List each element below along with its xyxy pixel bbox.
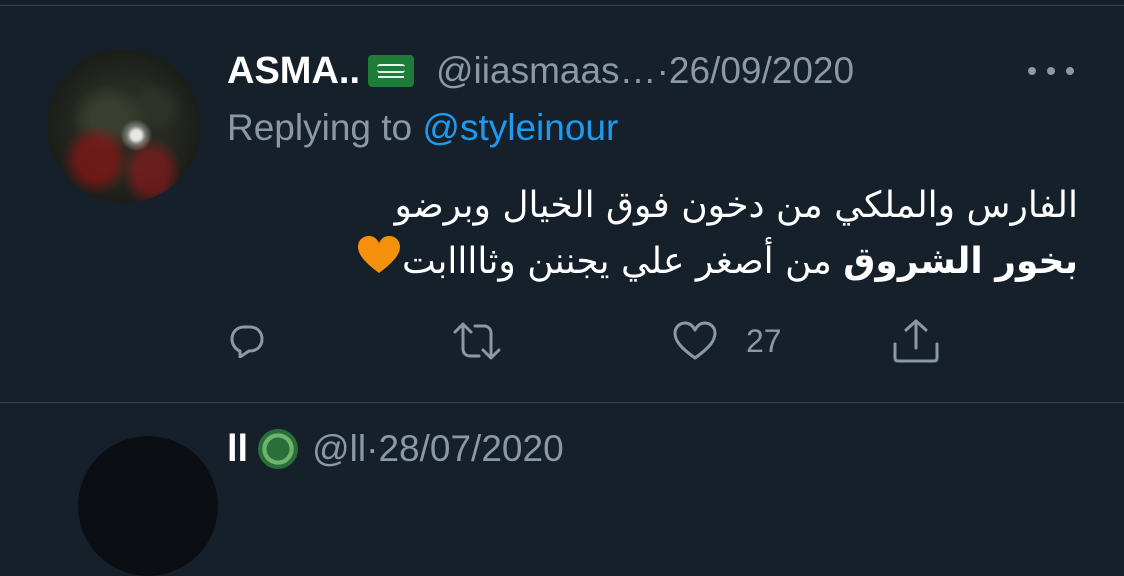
retweet-icon	[452, 321, 502, 361]
reply-icon	[230, 324, 264, 358]
plant-emoji-icon	[258, 429, 299, 469]
share-button[interactable]	[891, 311, 941, 371]
tweet-text-line2: بخور الشروق من أصغر علي يجننن وثاااابت	[250, 234, 1078, 292]
user-handle[interactable]: @iiasmaas…	[436, 50, 657, 92]
tweet-date-separator: ·	[656, 50, 669, 91]
like-button[interactable]: 27	[672, 311, 782, 371]
tweet-text-bold: بخور الشروق	[843, 241, 1078, 282]
tweet[interactable]: ASMA.. @iiasmaas… · 26/09/2020 Replying …	[0, 6, 1124, 402]
orange-heart-icon	[356, 235, 402, 292]
tweet-date[interactable]: 26/09/2020	[669, 50, 854, 92]
tweet-text: الفارس والملكي من دخون فوق الخيال وبرضو …	[250, 178, 1078, 292]
next-user-handle[interactable]: @ll	[312, 428, 366, 470]
next-tweet-avatar[interactable]	[78, 436, 218, 576]
tweet-text-line2-rest: من أصغر علي يجننن وثاااابت	[402, 241, 844, 282]
action-bar: 27	[0, 311, 1124, 371]
tweet-text-line1: الفارس والملكي من دخون فوق الخيال وبرضو	[394, 185, 1079, 226]
like-count: 27	[746, 322, 782, 359]
tweet-header: ASMA.. @iiasmaas… · 26/09/2020	[227, 46, 854, 96]
share-icon	[891, 318, 941, 364]
heart-icon	[672, 321, 718, 361]
replying-prefix: Replying to	[227, 107, 423, 148]
retweet-button[interactable]	[452, 311, 502, 371]
replying-to: Replying to @styleinour	[227, 107, 618, 149]
tweet-divider	[0, 402, 1124, 403]
next-tweet-date[interactable]: 28/07/2020	[378, 428, 563, 470]
next-tweet-header: ll @ll · 28/07/2020	[227, 424, 564, 474]
display-name[interactable]: ASMA..	[227, 50, 360, 93]
next-display-name[interactable]: ll	[227, 428, 248, 471]
more-options-icon[interactable]	[1028, 64, 1074, 78]
saudi-flag-icon	[368, 55, 414, 87]
avatar[interactable]	[47, 49, 201, 203]
next-tweet-date-separator: ·	[366, 428, 379, 469]
reply-button[interactable]	[230, 311, 264, 371]
replying-to-mention[interactable]: @styleinour	[422, 107, 618, 148]
